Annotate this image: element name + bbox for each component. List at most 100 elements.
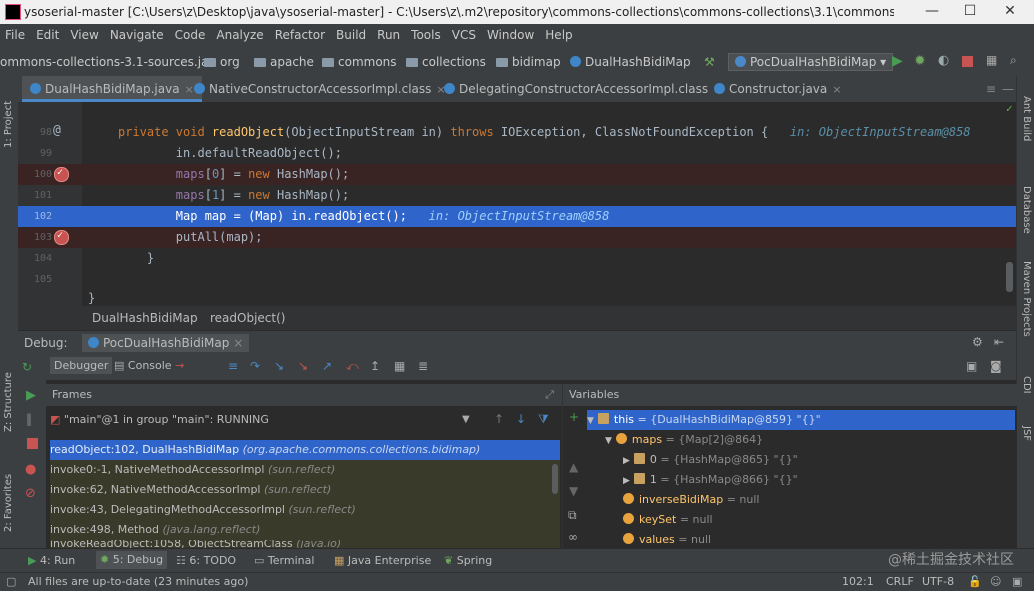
lock-icon[interactable]: 🔓 [968, 575, 982, 588]
stop-debug-icon[interactable] [27, 438, 38, 449]
breakpoint-icon[interactable]: ✓ [54, 230, 69, 245]
frame-up-icon[interactable]: ↑ [494, 412, 504, 426]
variable-row[interactable]: ▶ 1 = {HashMap@866} "{}" [623, 470, 798, 490]
run-icon[interactable]: ▶ [892, 53, 903, 69]
watch-glasses-icon[interactable]: ∞ [568, 530, 578, 544]
menu-run[interactable]: Run [372, 24, 406, 42]
nav-crumb-org[interactable]: org [204, 55, 240, 69]
favorites-tool-button[interactable]: 2: Favorites [3, 474, 14, 532]
run-tool-button[interactable]: ▶ 4: Run [28, 554, 75, 567]
tab-menu-icon[interactable]: ≡ [986, 76, 996, 102]
variable-row[interactable]: keySet = null [623, 510, 713, 530]
maximize-icon[interactable]: ☐ [960, 3, 980, 19]
move-down-icon[interactable]: ▼ [569, 484, 578, 498]
force-step-into-icon[interactable]: ↘ [298, 359, 308, 373]
resume-icon[interactable]: ▶ [26, 388, 36, 403]
variable-row[interactable]: inverseBidiMap = null [623, 490, 759, 510]
close-icon[interactable]: ✕ [1000, 3, 1020, 19]
ant-build-tool-button[interactable]: Ant Build [1021, 96, 1032, 141]
build-hammer-icon[interactable]: ⚒ [704, 55, 715, 69]
settings-gear-icon[interactable]: ⚙ [972, 335, 983, 349]
spring-tool-button[interactable]: ❦ Spring [444, 554, 492, 567]
debug-tool-button[interactable]: ✹ 5: Debug [96, 551, 168, 569]
move-up-icon[interactable]: ▲ [569, 460, 578, 474]
inspector-icon[interactable]: ☺ [990, 575, 1001, 588]
variable-row[interactable]: ▶ 0 = {HashMap@865} "{}" [623, 450, 798, 470]
menu-view[interactable]: View [65, 24, 104, 42]
caret-position[interactable]: 102:1 [842, 575, 874, 588]
tab-constructor[interactable]: Constructor.java × [708, 76, 847, 102]
run-config-select[interactable]: PocDualHashBidiMap ▾ [728, 53, 894, 71]
menu-vcs[interactable]: VCS [447, 24, 482, 42]
nav-crumb-collections[interactable]: collections [406, 55, 486, 69]
nav-jar[interactable]: ommons-collections-3.1-sources.jar [0, 55, 213, 69]
copy-icon[interactable]: ⧉ [568, 508, 577, 523]
tab-console[interactable]: ▤ Console → [114, 359, 184, 372]
variable-row[interactable]: ▼ maps = {Map[2]@864} [605, 430, 763, 450]
menu-analyze[interactable]: Analyze [211, 24, 269, 42]
nav-crumb-class[interactable]: DualHashBidiMap [570, 55, 691, 69]
breadcrumb-method[interactable]: readObject() [210, 311, 285, 325]
editor-scrollbar[interactable] [1006, 262, 1013, 292]
view-breakpoints-icon[interactable]: ● [25, 462, 36, 477]
frame-row[interactable]: invoke0:-1, NativeMethodAccessorImpl (su… [50, 460, 560, 480]
search-icon[interactable]: ⌕ [1010, 53, 1017, 68]
stop-icon[interactable] [962, 56, 973, 67]
breadcrumb-class[interactable]: DualHashBidiMap [92, 311, 198, 325]
frame-row[interactable]: invokeReadObject:1058, ObjectStreamClass… [50, 540, 560, 548]
database-tool-button[interactable]: Database [1021, 186, 1032, 234]
restore-frames-icon[interactable]: ⤢ [545, 384, 554, 406]
variable-row[interactable]: values = null [623, 530, 711, 550]
restore-icon[interactable]: ◙ [990, 359, 1002, 373]
line-separator[interactable]: CRLF [886, 575, 914, 588]
step-over-icon[interactable]: ↷ [250, 359, 260, 373]
evaluate-expression-icon[interactable]: ▦ [394, 359, 405, 373]
tab-nativeconstructor[interactable]: NativeConstructorAccessorImpl.class × [188, 76, 452, 102]
nav-crumb-commons[interactable]: commons [322, 55, 397, 69]
tool-windows-icon[interactable]: ▢ [6, 575, 16, 588]
run-to-cursor-icon[interactable]: ↥ [370, 359, 380, 373]
thread-dropdown-icon[interactable]: ▼ [462, 414, 470, 425]
nav-crumb-apache[interactable]: apache [254, 55, 314, 69]
close-tab-icon[interactable]: × [832, 83, 841, 96]
menu-code[interactable]: Code [170, 24, 212, 42]
java-enterprise-tool-button[interactable]: ▦ Java Enterprise [334, 554, 431, 567]
code-editor[interactable]: 98 @ private void readObject(ObjectInput… [18, 102, 1016, 306]
pause-icon[interactable]: ‖ [26, 412, 32, 426]
menu-tools[interactable]: Tools [406, 24, 447, 42]
coverage-icon[interactable]: ◐ [938, 53, 949, 68]
tab-debugger[interactable]: Debugger [50, 357, 113, 374]
cdi-tool-button[interactable]: CDI [1021, 376, 1032, 394]
filter-icon[interactable]: ⧩ [538, 412, 549, 427]
frame-row[interactable]: invoke:43, DelegatingMethodAccessorImpl … [50, 500, 560, 520]
rerun-icon[interactable]: ↻ [22, 360, 32, 374]
project-tool-button[interactable]: 1: Project [3, 101, 14, 148]
jsf-tool-button[interactable]: JSF [1021, 426, 1032, 441]
todo-tool-button[interactable]: ☷ 6: TODO [176, 554, 236, 567]
menu-file[interactable]: File [0, 24, 31, 42]
tab-delegatingconstructor[interactable]: DelegatingConstructorAccessorImpl.class× [438, 76, 728, 102]
menu-navigate[interactable]: Navigate [105, 24, 170, 42]
drop-frame-icon[interactable]: ⤺ [346, 359, 359, 374]
nav-crumb-bidimap[interactable]: bidimap [496, 55, 561, 69]
close-tabs-icon[interactable]: — [1002, 76, 1014, 102]
file-encoding[interactable]: UTF-8 [922, 575, 954, 588]
maven-tool-button[interactable]: Maven Projects [1021, 261, 1032, 337]
debug-icon[interactable]: ✹ [914, 53, 926, 69]
menu-window[interactable]: Window [482, 24, 540, 42]
frame-row[interactable]: invoke:498, Method (java.lang.reflect) [50, 520, 560, 540]
inspection-ok-icon[interactable]: ✓ [1006, 102, 1013, 115]
event-log-icon[interactable]: ▣ [1012, 575, 1022, 588]
breakpoint-icon[interactable]: ✓ [54, 167, 69, 182]
step-into-icon[interactable]: ↘ [274, 359, 284, 373]
thread-selector[interactable]: ◩ "main"@1 in group "main": RUNNING [50, 410, 470, 430]
frame-row-selected[interactable]: readObject:102, DualHashBidiMap (org.apa… [50, 440, 560, 460]
menu-edit[interactable]: Edit [31, 24, 65, 42]
debug-session-tab[interactable]: PocDualHashBidiMap × [82, 334, 250, 352]
tab-dualhashbidimap[interactable]: DualHashBidiMap.java × [22, 76, 202, 102]
variable-row-selected[interactable]: ▼ this = {DualHashBidiMap@859} "{}" [587, 410, 1015, 430]
terminal-tool-button[interactable]: ▭ Terminal [254, 554, 314, 567]
hide-panel-icon[interactable]: ⇤ [994, 335, 1004, 349]
frame-down-icon[interactable]: ↓ [516, 412, 526, 426]
step-out-icon[interactable]: ↗ [322, 359, 332, 373]
